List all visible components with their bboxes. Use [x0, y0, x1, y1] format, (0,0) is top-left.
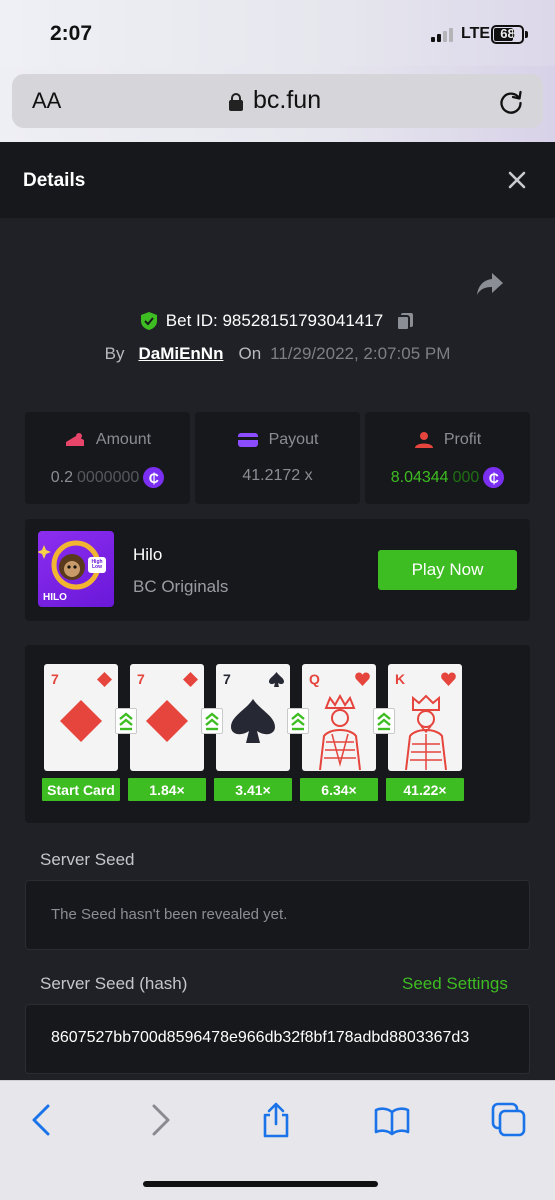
server-seed-label: Server Seed	[40, 850, 135, 869]
higher-guess-icon	[201, 708, 223, 734]
playing-card: 7	[216, 664, 290, 771]
amount-icon	[65, 433, 84, 446]
bookmarks-icon[interactable]	[374, 1102, 410, 1138]
shield-icon	[140, 312, 157, 330]
playing-card: 7	[130, 664, 204, 771]
card-multiplier: 6.34×	[300, 778, 378, 801]
reload-icon[interactable]	[497, 88, 525, 116]
heart-icon	[355, 672, 370, 686]
amount-value: 0.2	[50, 468, 73, 486]
thumb-label: HILO	[43, 592, 67, 603]
card-rank: 7	[223, 671, 231, 687]
card-multiplier: Start Card	[42, 778, 120, 801]
diamond-icon	[97, 672, 112, 687]
signal-icon	[431, 28, 453, 42]
card-rank: Q	[309, 671, 320, 687]
battery-cap	[525, 31, 528, 38]
heart-icon	[441, 672, 456, 686]
profit-value: 8.04344	[390, 468, 449, 486]
network-label: LTE	[461, 25, 491, 42]
modal-title: Details	[23, 170, 86, 191]
game-thumbnail[interactable]: High Low HILO	[38, 531, 114, 607]
forward-icon[interactable]	[142, 1102, 178, 1138]
username-link[interactable]: DaMiEnNn	[138, 344, 223, 364]
home-indicator	[143, 1181, 378, 1187]
on-label: On	[238, 344, 262, 363]
spade-icon	[269, 672, 284, 687]
diamond-icon	[146, 700, 188, 742]
queen-figure-icon	[319, 694, 361, 770]
seed-settings-link[interactable]: Seed Settings	[402, 974, 508, 994]
card-multiplier: 3.41×	[214, 778, 292, 801]
higher-guess-icon	[373, 708, 395, 734]
bet-meta-row: By DaMiEnNn On 11/29/2022, 2:07:05 PM	[0, 342, 555, 366]
cards-panel: 7 7 7 Q K Start Card 1.84× 3.41× 6.34× 4…	[25, 645, 530, 823]
wallet-icon	[237, 433, 258, 447]
status-time: 2:07	[50, 22, 93, 45]
coin-icon: ₵	[483, 467, 505, 488]
playing-card: 7	[44, 664, 118, 771]
card-multiplier: 41.22×	[386, 778, 464, 801]
profit-value-trailing: 000	[452, 468, 480, 486]
king-figure-icon	[405, 694, 447, 770]
card-multiplier: 1.84×	[128, 778, 206, 801]
higher-guess-icon	[115, 708, 137, 734]
higher-guess-icon	[287, 708, 309, 734]
payout-label: Payout	[268, 431, 319, 448]
bet-datetime: 11/29/2022, 2:07:05 PM	[270, 344, 451, 363]
payout-card: Payout 41.2172 x	[195, 412, 360, 504]
text-size-button[interactable]: AA	[32, 88, 61, 114]
server-seed-hash-label: Server Seed (hash)	[40, 974, 188, 993]
profit-icon	[414, 432, 433, 448]
spade-icon	[231, 699, 275, 743]
back-icon[interactable]	[24, 1102, 60, 1138]
server-seed-message: The Seed hasn't been revealed yet.	[51, 906, 288, 923]
playing-card: K	[388, 664, 462, 771]
copy-icon[interactable]	[395, 311, 415, 331]
playing-card: Q	[302, 664, 376, 771]
diamond-icon	[60, 700, 102, 742]
battery-icon: 68	[491, 25, 524, 44]
coin-icon: ₵	[143, 467, 165, 488]
profit-label: Profit	[443, 431, 482, 448]
server-seed-hash-value: 8607527bb700d8596478e966db32f8bf178adbd8…	[51, 1029, 470, 1046]
text-size-label: AA	[32, 88, 62, 113]
thumb-badge: High Low	[91, 559, 103, 570]
url-text[interactable]: bc.fun	[253, 86, 321, 115]
profit-card: Profit 8.04344 000 ₵	[365, 412, 530, 504]
by-label: By	[104, 344, 125, 363]
payout-value: 41.2172 x	[242, 467, 313, 484]
amount-value-trailing: 0000000	[76, 468, 140, 486]
diamond-icon	[183, 672, 198, 687]
game-name: Hilo	[133, 545, 163, 564]
game-card: High Low HILO Hilo BC Originals Play Now	[25, 519, 530, 621]
play-now-button[interactable]: Play Now	[378, 550, 517, 590]
bet-id-row: Bet ID: 98528151793041417	[0, 308, 555, 334]
share-icon[interactable]	[475, 270, 505, 298]
battery-level: 68	[500, 26, 515, 41]
share-sheet-icon[interactable]	[258, 1102, 294, 1138]
card-rank: 7	[137, 671, 145, 687]
amount-label: Amount	[95, 431, 152, 448]
amount-card: Amount 0.2 0000000 ₵	[25, 412, 190, 504]
close-icon[interactable]	[507, 170, 527, 190]
tabs-icon[interactable]	[491, 1102, 527, 1138]
bet-id: Bet ID: 98528151793041417	[165, 311, 384, 330]
card-rank: 7	[51, 671, 59, 687]
card-rank: K	[395, 671, 406, 687]
lock-icon	[229, 93, 243, 111]
game-provider: BC Originals	[133, 577, 229, 596]
